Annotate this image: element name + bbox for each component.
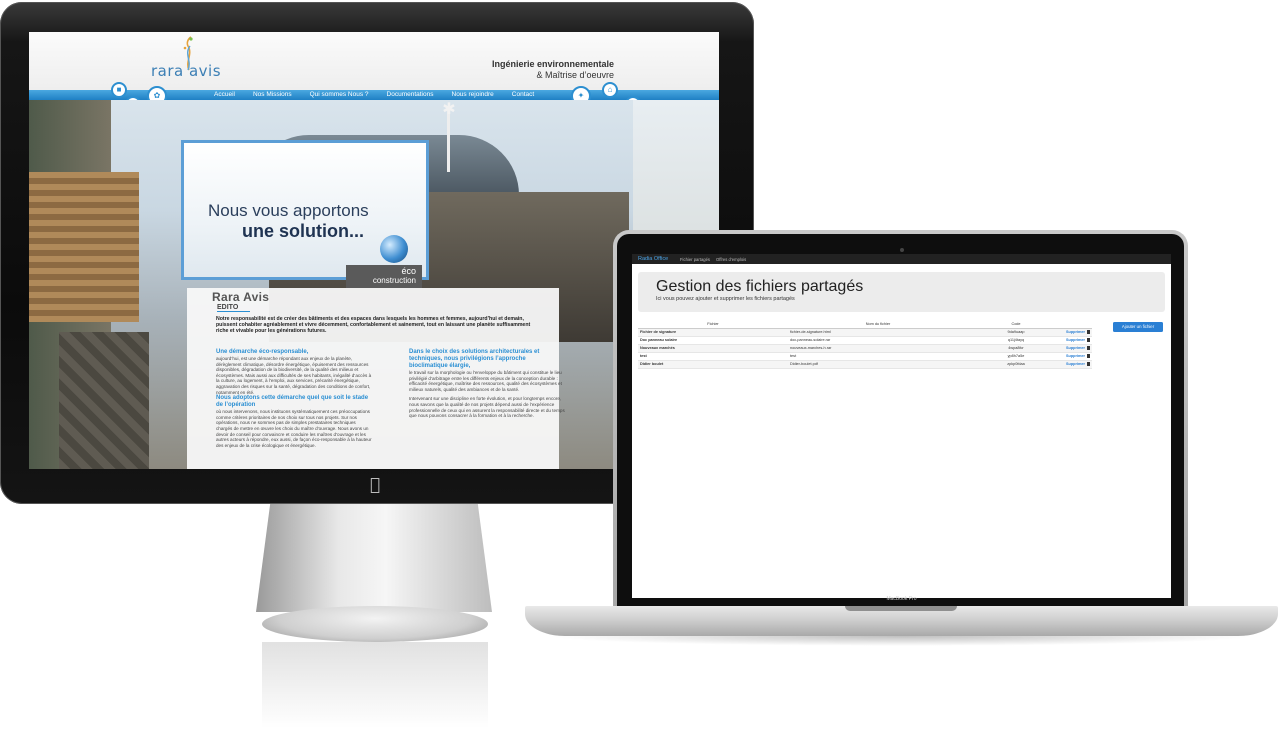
cell-fichier: Nouveaux marchés <box>638 344 788 353</box>
badge-line2: construction <box>372 276 416 285</box>
nav-accueil[interactable]: Accueil <box>205 90 244 100</box>
hero-wind-turbine <box>447 110 450 172</box>
table-row: Fichier de signature fichier-de-signatur… <box>638 328 1092 337</box>
section-title: Rara Avis <box>212 290 270 304</box>
nav-qui-sommes-nous[interactable]: Qui sommes Nous ? <box>301 90 378 100</box>
trash-icon[interactable] <box>1087 362 1090 366</box>
hero-stone-wall <box>59 332 149 469</box>
laptop-label: MacBook Pro <box>886 596 917 602</box>
camera-icon <box>900 248 904 252</box>
cell-nom: Didier-boulet.pdf <box>788 360 968 369</box>
imac-stand-neck <box>256 504 492 612</box>
cell-fichier: Didier boulet <box>638 360 788 369</box>
cell-nom: nouveaux-marches-h.rar <box>788 344 968 353</box>
column-header-code: Code <box>968 321 1064 329</box>
hero-wooden-deck <box>29 172 139 322</box>
imac-stand-reflection <box>262 642 488 728</box>
column-header-actions <box>1064 321 1092 329</box>
imac-stand-base <box>262 606 488 642</box>
edito-panel: Rara Avis EDITO Notre responsabilité est… <box>187 288 565 469</box>
page-subtitle: Ici vous pouvez ajouter et supprimer les… <box>656 296 795 302</box>
app-nav-links: Fichier partagés Offres d’emplois <box>680 257 746 262</box>
section-subtitle: EDITO <box>217 304 251 312</box>
cell-nom: fichier-de-signature.html <box>788 328 968 337</box>
cell-code: zpkp0fdaa <box>968 360 1064 369</box>
table-row: Didier boulet Didier-boulet.pdf zpkp0fda… <box>638 360 1092 369</box>
column-header-fichier: Fichier <box>638 321 788 329</box>
house-icon[interactable]: ⌂ <box>602 82 618 98</box>
wind-blades-icon: ✱ <box>442 101 456 118</box>
building-icon[interactable]: ■ <box>111 82 127 98</box>
tagline-line1: Ingénierie environnementale <box>491 59 614 69</box>
table-row: test test yp8h7a5e Supprimer <box>638 352 1092 361</box>
cell-nom: doc-panneau-solaire.rar <box>788 336 968 345</box>
add-file-button[interactable]: Ajouter un fichier <box>1113 322 1163 332</box>
macbook-bezel: Radia Office Fichier partagés Offres d’e… <box>617 234 1184 608</box>
cell-fichier: test <box>638 352 788 361</box>
slogan-panel: Nous vous apportons une solution... <box>181 140 429 280</box>
intro-text: Notre responsabilité est de créer des bâ… <box>216 316 531 334</box>
macbook-notch <box>845 606 957 611</box>
left-heading-1: Une démarche éco-responsable, <box>216 349 309 355</box>
cell-code: 4wpa8fcr <box>968 344 1064 353</box>
trash-icon[interactable] <box>1087 330 1090 334</box>
slogan-line2: une solution... <box>242 221 364 241</box>
macbook-lid: Radia Office Fichier partagés Offres d’e… <box>613 230 1188 608</box>
nav-documentations[interactable]: Documentations <box>378 90 443 100</box>
apple-logo-icon:  <box>367 476 383 494</box>
macbook-device: Radia Office Fichier partagés Offres d’e… <box>525 230 1278 650</box>
macbook-shadow <box>545 636 1258 646</box>
tagline-line2: & Maîtrise d’oeuvre <box>536 70 614 80</box>
delete-link[interactable]: Supprimer <box>1066 354 1085 358</box>
nav-offres-emplois[interactable]: Offres d’emplois <box>716 257 746 262</box>
nav-nous-rejoindre[interactable]: Nous rejoindre <box>443 90 503 100</box>
left-text-2: où nous intervenons, nous instituons sys… <box>216 409 372 448</box>
delete-link[interactable]: Supprimer <box>1066 362 1085 366</box>
cell-fichier: Fichier de signature <box>638 328 788 337</box>
trash-icon[interactable] <box>1087 354 1090 358</box>
delete-link[interactable]: Supprimer <box>1066 330 1085 334</box>
files-table: Fichier Nom du fichier Code Fichier de s… <box>638 321 1092 369</box>
badge-line1: éco <box>401 266 416 276</box>
table-header-row: Fichier Nom du fichier Code <box>638 321 1092 329</box>
cell-nom: test <box>788 352 968 361</box>
trash-icon[interactable] <box>1087 338 1090 342</box>
site-logo[interactable]: rara avis <box>151 62 221 80</box>
trash-icon[interactable] <box>1087 346 1090 350</box>
slogan-line1: Nous vous apportons <box>208 201 369 220</box>
left-text-1: aujourd’hui, est une démarche répondant … <box>216 356 372 395</box>
cell-code: q11j4tayq <box>968 336 1064 345</box>
cell-code: yp8h7a5e <box>968 352 1064 361</box>
table-row: Doc panneau solaire doc-panneau-solaire.… <box>638 336 1092 345</box>
cell-fichier: Doc panneau solaire <box>638 336 788 345</box>
delete-link[interactable]: Supprimer <box>1066 338 1085 342</box>
table-row: Nouveaux marchés nouveaux-marches-h.rar … <box>638 344 1092 353</box>
app-navbar: Radia Office Fichier partagés Offres d’e… <box>632 254 1171 264</box>
macbook-screen: Radia Office Fichier partagés Offres d’e… <box>632 254 1171 598</box>
site-header: rara avis Ingénierie environnementale & … <box>29 32 719 90</box>
column-header-nom: Nom du fichier <box>788 321 968 329</box>
globe-icon <box>380 235 408 263</box>
main-nav: Accueil Nos Missions Qui sommes Nous ? D… <box>205 90 543 100</box>
nav-fichiers-partages[interactable]: Fichier partagés <box>680 257 710 262</box>
nav-nos-missions[interactable]: Nos Missions <box>244 90 301 100</box>
page-title: Gestion des fichiers partagés <box>656 278 864 295</box>
device-mockup-scene:  rara avis Ingénierie environnementale … <box>0 0 1278 730</box>
page-header: Gestion des fichiers partagés Ici vous p… <box>638 272 1165 312</box>
delete-link[interactable]: Supprimer <box>1066 346 1085 350</box>
left-column: Une démarche éco-responsable, aujourd’hu… <box>216 349 372 448</box>
cell-code: 9da9uaap <box>968 328 1064 337</box>
eco-construction-badge: éco construction <box>346 265 422 289</box>
left-heading-2: Nous adoptons cette démarche quel que so… <box>216 395 369 409</box>
app-brand[interactable]: Radia Office <box>638 256 668 262</box>
nav-contact[interactable]: Contact <box>503 90 543 100</box>
